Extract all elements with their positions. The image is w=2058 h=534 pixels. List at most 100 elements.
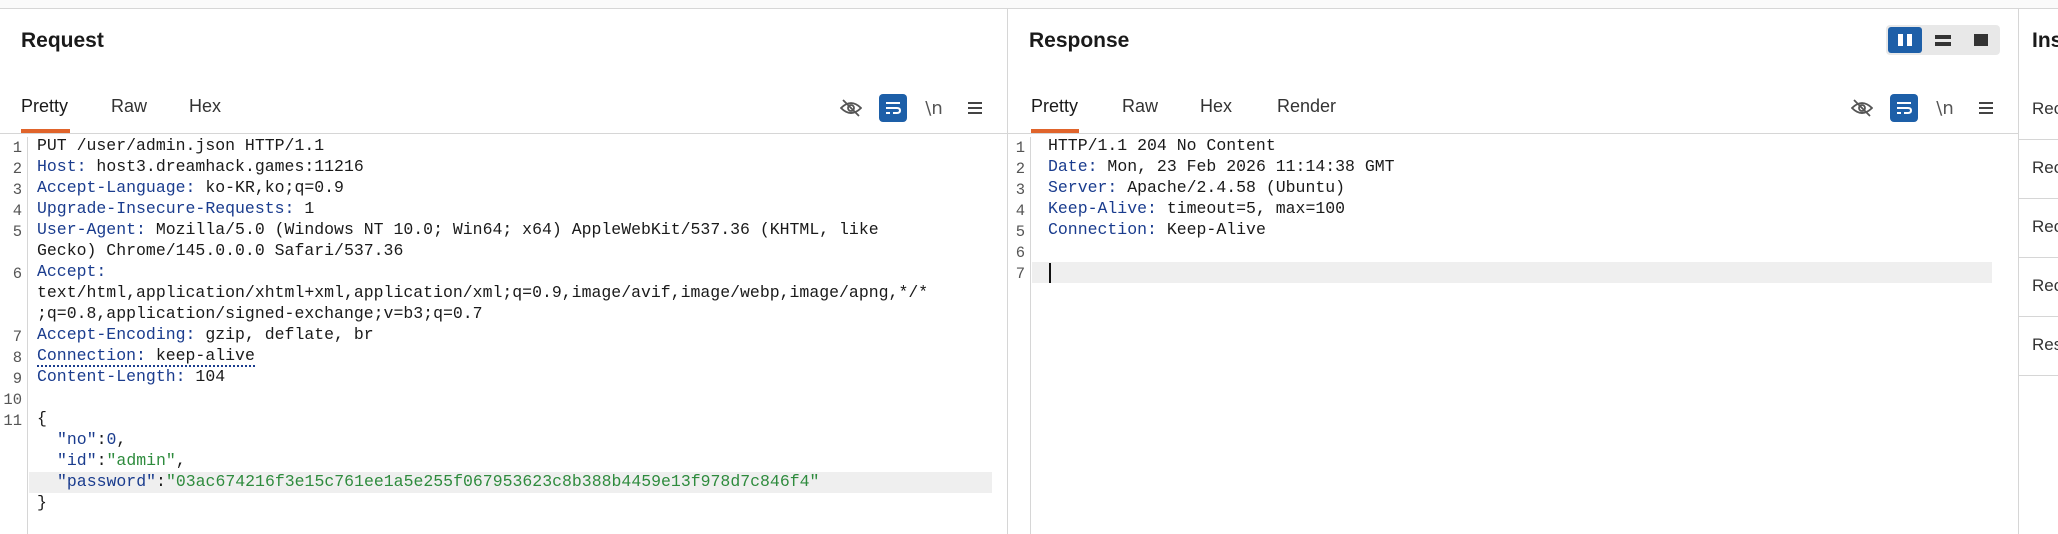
newline-icon[interactable]: \n [921, 94, 947, 122]
json-key: "id" [57, 451, 97, 470]
connection-header[interactable]: Connection: keep-alive [37, 346, 255, 367]
json-value: "admin" [106, 451, 176, 470]
request-gutter: 1 2 3 4 5 6 7 8 9 10 11 [0, 137, 28, 534]
request-line: PUT /user/admin.json HTTP/1.1 [37, 136, 325, 155]
header-key: Host: [37, 157, 87, 176]
header-key: Server: [1048, 178, 1118, 197]
json-key: "password" [57, 472, 157, 491]
inspector-row-label: Res [2032, 335, 2058, 354]
header-value: 104 [185, 367, 226, 386]
inspector-row-label: Rec [2032, 99, 2058, 118]
header-value: keep-alive [145, 346, 255, 365]
top-strip [0, 0, 2058, 9]
request-line: Content-Length: 104 [37, 367, 225, 386]
header-key: Date: [1048, 157, 1098, 176]
hide-icon[interactable] [1848, 94, 1876, 122]
header-key: Accept-Encoding: [37, 325, 196, 344]
inspector-row[interactable]: Rec [2019, 199, 2058, 258]
request-tab-raw[interactable]: Raw [111, 96, 147, 133]
response-title: Response [1029, 29, 1130, 52]
menu-icon[interactable] [961, 94, 989, 122]
response-line: Connection: Keep-Alive [1048, 220, 1266, 239]
request-line: Upgrade-Insecure-Requests: 1 [37, 199, 314, 218]
inspector-row-label: Rec [2032, 276, 2058, 295]
line-number: 7 [12, 328, 22, 346]
json-value: 0 [106, 430, 117, 449]
newline-icon[interactable]: \n [1932, 94, 1958, 122]
line-number: 5 [12, 223, 22, 241]
inspector-row[interactable]: Res [2019, 317, 2058, 376]
wrap-icon[interactable] [1890, 94, 1918, 122]
response-tab-raw[interactable]: Raw [1122, 96, 1158, 133]
layout-rows-icon[interactable] [1926, 27, 1960, 53]
inspector-pane: Ins Rec Rec Rec Rec Res [2019, 9, 2058, 534]
hide-icon[interactable] [837, 94, 865, 122]
header-key: Upgrade-Insecure-Requests: [37, 199, 295, 218]
response-tab-hex[interactable]: Hex [1200, 96, 1232, 133]
request-line-wrap: ;q=0.8,application/signed-exchange;v=b3;… [37, 304, 483, 323]
response-pane: Response Pretty Raw Hex Render \n 1 2 3 … [1008, 9, 2019, 534]
inspector-row[interactable]: Rec [2019, 81, 2058, 140]
request-title: Request [21, 29, 104, 52]
response-tab-render[interactable]: Render [1277, 96, 1336, 133]
line-number: 3 [1015, 181, 1025, 199]
response-line: Server: Apache/2.4.58 (Ubuntu) [1048, 178, 1345, 197]
header-key: Accept: [37, 262, 107, 281]
request-line: Accept-Encoding: gzip, deflate, br [37, 325, 374, 344]
layout-toggle [1886, 25, 2000, 55]
response-tab-pretty[interactable]: Pretty [1031, 96, 1079, 133]
inspector-row[interactable]: Rec [2019, 140, 2058, 199]
line-number: 6 [12, 265, 22, 283]
header-key: Content-Length: [37, 367, 186, 386]
line-number: 10 [3, 391, 22, 409]
request-tab-pretty[interactable]: Pretty [21, 96, 70, 133]
request-tabs: Pretty Raw Hex \n [0, 84, 1007, 134]
line-number: 1 [12, 139, 22, 157]
response-gutter: 1 2 3 4 5 6 7 [1008, 137, 1031, 534]
current-line-highlight [1032, 262, 1992, 283]
header-value: gzip, deflate, br [195, 325, 374, 344]
inspector-row-label: Rec [2032, 158, 2058, 177]
header-key: User-Agent: [37, 220, 146, 239]
json-line: "id":"admin", [57, 451, 186, 470]
line-number: 2 [12, 160, 22, 178]
request-line: Accept-Language: ko-KR,ko;q=0.9 [37, 178, 344, 197]
layout-columns-icon[interactable] [1888, 27, 1922, 53]
line-number: 4 [12, 202, 22, 220]
line-number: 2 [1015, 160, 1025, 178]
header-value: host3.dreamhack.games:11216 [86, 157, 364, 176]
line-number: 4 [1015, 202, 1025, 220]
line-number: 3 [12, 181, 22, 199]
json-open-brace: { [37, 409, 47, 428]
header-key: Accept-Language: [37, 178, 196, 197]
inspector-row[interactable]: Rec [2019, 258, 2058, 317]
request-pane: Request Pretty Raw Hex \n 1 2 3 4 5 6 7 [0, 9, 1008, 534]
response-tabs: Pretty Raw Hex Render \n [1008, 84, 2018, 134]
header-value: ko-KR,ko;q=0.9 [195, 178, 344, 197]
header-value: Keep-Alive [1156, 220, 1266, 239]
json-key: "no" [57, 430, 97, 449]
request-line-wrap: text/html,application/xhtml+xml,applicat… [37, 283, 929, 302]
json-line: "password":"03ac674216f3e15c761ee1a5e255… [57, 472, 820, 491]
menu-icon[interactable] [1972, 94, 2000, 122]
layout-single-icon[interactable] [1964, 27, 1998, 53]
wrap-icon[interactable] [879, 94, 907, 122]
request-tab-hex[interactable]: Hex [189, 96, 221, 133]
request-line-wrap: Gecko) Chrome/145.0.0.0 Safari/537.36 [37, 241, 404, 260]
request-editor[interactable]: 1 2 3 4 5 6 7 8 9 10 11 PUT /user/admin.… [0, 134, 1007, 534]
header-key: Connection: [1048, 220, 1157, 239]
line-number: 7 [1015, 265, 1025, 283]
header-value: Mon, 23 Feb 2026 11:14:38 GMT [1097, 157, 1395, 176]
line-number: 1 [1015, 139, 1025, 157]
inspector-row-label: Rec [2032, 217, 2058, 236]
json-close-brace: } [37, 493, 47, 512]
header-value: Apache/2.4.58 (Ubuntu) [1117, 178, 1346, 197]
response-status-line: HTTP/1.1 204 No Content [1048, 136, 1276, 155]
response-toolbar: \n [1848, 94, 2000, 122]
header-key: Keep-Alive: [1048, 199, 1157, 218]
request-line: Host: host3.dreamhack.games:11216 [37, 157, 364, 176]
line-number: 11 [3, 412, 22, 430]
header-value: 1 [294, 199, 315, 218]
response-editor[interactable]: 1 2 3 4 5 6 7 HTTP/1.1 204 No Content Da… [1008, 134, 2018, 534]
header-value: Mozilla/5.0 (Windows NT 10.0; Win64; x64… [145, 220, 879, 239]
